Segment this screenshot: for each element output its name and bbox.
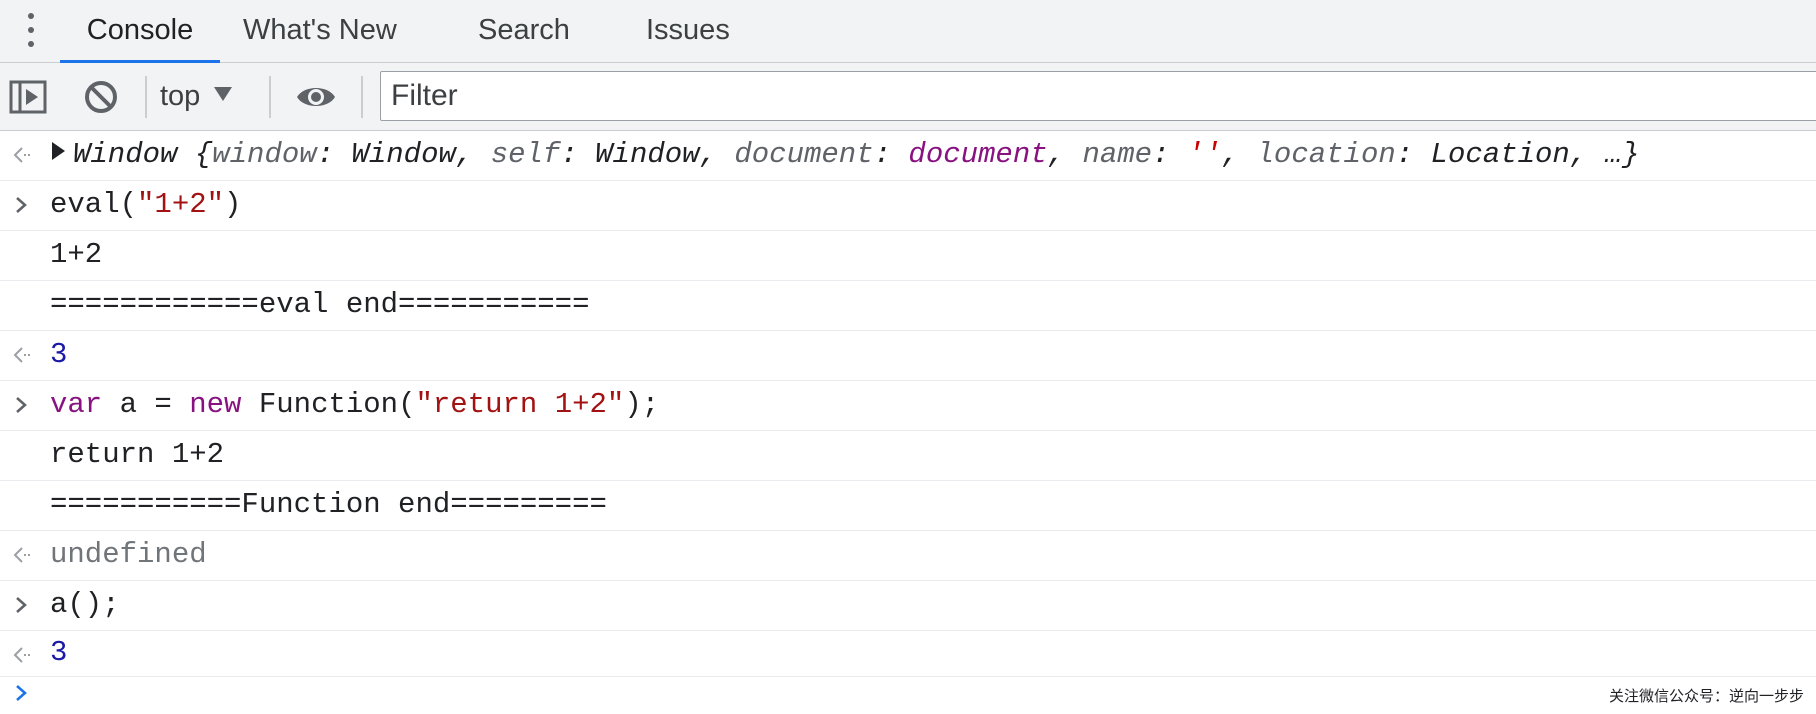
chevron-down-icon xyxy=(214,87,233,101)
more-vertical-icon[interactable] xyxy=(24,13,40,49)
clear-console-icon[interactable] xyxy=(81,77,121,117)
console-result-row: 3 xyxy=(0,331,1816,381)
console-input-row: eval("1+2") xyxy=(0,181,1816,231)
console-input-text: a(); xyxy=(50,588,120,621)
console-input-text: var a = new Function("return 1+2"); xyxy=(50,388,660,421)
result-arrow-icon xyxy=(10,131,34,179)
console-log-text: return 1+2 xyxy=(50,438,225,471)
toolbar-divider xyxy=(361,76,363,118)
context-label: top xyxy=(160,80,201,112)
expand-triangle-icon[interactable] xyxy=(52,142,65,160)
console-result-value: 3 xyxy=(50,636,68,669)
filter-input[interactable] xyxy=(380,71,1816,121)
devtools-tab-bar: Console What's New Search Issues xyxy=(0,0,1816,63)
prompt-chevron-icon xyxy=(10,677,34,714)
console-result-row: undefined xyxy=(0,531,1816,581)
console-log-row: ===========Function end========= xyxy=(0,481,1816,531)
show-sidebar-icon[interactable] xyxy=(8,77,48,117)
console-input-row: var a = new Function("return 1+2"); xyxy=(0,381,1816,431)
console-log-row: 1+2 xyxy=(0,231,1816,281)
prompt-chevron-icon xyxy=(10,181,34,229)
console-log-row: return 1+2 xyxy=(0,431,1816,481)
console-prompt[interactable] xyxy=(0,677,1816,701)
window-object-preview[interactable]: Window {window: Window, self: Window, do… xyxy=(46,131,1639,179)
result-arrow-icon xyxy=(10,531,34,579)
tab-search[interactable]: Search xyxy=(478,0,570,62)
result-arrow-icon xyxy=(10,331,34,379)
result-arrow-icon xyxy=(10,631,34,679)
tab-console[interactable]: Console xyxy=(60,0,220,63)
console-log-text: 1+2 xyxy=(50,238,103,271)
context-selector[interactable]: top xyxy=(160,73,233,119)
console-result-value: 3 xyxy=(50,338,68,371)
prompt-chevron-icon xyxy=(10,381,34,429)
console-input-text: eval("1+2") xyxy=(50,188,242,221)
tab-issues[interactable]: Issues xyxy=(646,0,730,62)
console-log-text: ===========Function end========= xyxy=(50,488,607,521)
console-toolbar: top xyxy=(0,63,1816,131)
console-input-row: a(); xyxy=(0,581,1816,631)
toolbar-divider xyxy=(145,76,147,118)
prompt-chevron-icon xyxy=(10,581,34,629)
console-result-row: 3 xyxy=(0,631,1816,677)
live-expression-eye-icon[interactable] xyxy=(296,77,336,117)
console-messages: Window {window: Window, self: Window, do… xyxy=(0,131,1816,714)
console-log-text: ============eval end=========== xyxy=(50,288,590,321)
console-result-value: undefined xyxy=(50,538,207,571)
console-log-row: ============eval end=========== xyxy=(0,281,1816,331)
console-result-row: Window {window: Window, self: Window, do… xyxy=(0,131,1816,181)
watermark-text: 关注微信公众号：逆向一步步 xyxy=(1608,687,1804,705)
toolbar-divider xyxy=(269,76,271,118)
tab-whats-new[interactable]: What's New xyxy=(243,0,397,62)
